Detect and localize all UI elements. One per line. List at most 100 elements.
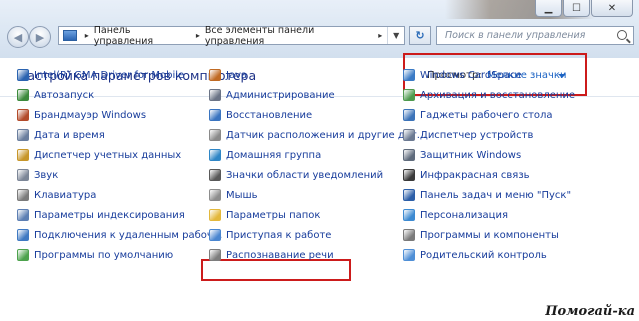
control-panel-item[interactable]: Домашняя группа (209, 145, 426, 165)
control-panel-item[interactable]: Программы и компоненты (403, 225, 575, 245)
keyboard-icon (17, 189, 29, 201)
items-column-3: Windows CardSpace Архивация и восстановле… (403, 65, 575, 265)
device-manager-icon (403, 129, 415, 141)
control-panel-item-label: Параметры папок (226, 209, 321, 221)
control-panel-item[interactable]: Распознавание речи (209, 245, 426, 265)
control-panel-item[interactable]: Клавиатура (17, 185, 222, 205)
address-dropdown-button[interactable]: ▼ (387, 27, 404, 44)
speech-recognition-icon (209, 249, 221, 261)
intel-gma-icon (17, 69, 29, 81)
mouse-icon (209, 189, 221, 201)
control-panel-item[interactable]: Архивация и восстановление (403, 85, 575, 105)
watermark: Помогай-ка (545, 304, 635, 319)
control-panel-item[interactable]: Подключения к удаленным рабоч... (17, 225, 222, 245)
control-panel-item-label: Intel(R) GMA Driver for Mobile (34, 69, 185, 81)
control-panel-item[interactable]: Персонализация (403, 205, 575, 225)
back-button[interactable]: ◀ (7, 26, 29, 48)
clock-icon (17, 129, 29, 141)
java-icon (209, 69, 221, 81)
control-panel-item[interactable]: Windows CardSpace (403, 65, 575, 85)
control-panel-item-label: Java (226, 69, 248, 81)
control-panel-item-label: Защитник Windows (420, 149, 522, 161)
control-panel-item-label: Приступая к работе (226, 229, 332, 241)
getting-started-icon (209, 229, 221, 241)
control-panel-item-label: Мышь (226, 189, 258, 201)
address-bar[interactable]: ▸ Панель управления ▸ Все элементы панел… (58, 25, 405, 47)
control-panel-item-label: Подключения к удаленным рабоч... (34, 229, 223, 241)
control-panel-item-label: Домашняя группа (226, 149, 322, 161)
chevron-down-icon: ▼ (393, 31, 400, 40)
backup-icon (403, 89, 415, 101)
control-panel-item[interactable]: Программы по умолчанию (17, 245, 222, 265)
control-panel-item-label: Значки области уведомлений (226, 169, 384, 181)
parental-controls-icon (403, 249, 415, 261)
control-panel-item-label: Датчик расположения и другие дат... (226, 129, 427, 141)
control-panel-item-label: Диспетчер устройств (420, 129, 534, 141)
window-chrome: ▁ ☐ ✕ ◀ ▶ ▸ Панель управления ▸ Все элем… (0, 0, 639, 58)
programs-features-icon (403, 229, 415, 241)
control-panel-item[interactable]: Брандмауэр Windows (17, 105, 222, 125)
breadcrumb-separator[interactable]: ▸ (85, 31, 89, 40)
admin-tools-icon (209, 89, 221, 101)
notification-area-icon (209, 169, 221, 181)
control-panel-item[interactable]: Звук (17, 165, 222, 185)
remote-connection-icon (17, 229, 29, 241)
control-panel-item[interactable]: Инфракрасная связь (403, 165, 575, 185)
maximize-button[interactable]: ☐ (563, 0, 590, 17)
control-panel-item[interactable]: Приступая к работе (209, 225, 426, 245)
control-panel-item[interactable]: Панель задач и меню "Пуск" (403, 185, 575, 205)
refresh-button[interactable]: ↻ (409, 26, 431, 45)
control-panel-item[interactable]: Intel(R) GMA Driver for Mobile (17, 65, 222, 85)
control-panel-item[interactable]: Защитник Windows (403, 145, 575, 165)
speaker-icon (17, 169, 29, 181)
control-panel-item[interactable]: Родительский контроль (403, 245, 575, 265)
control-panel-item-label: Клавиатура (34, 189, 97, 201)
location-sensor-icon (209, 129, 221, 141)
search-input[interactable]: Поиск в панели управления (436, 26, 634, 45)
control-panel-item[interactable]: Гаджеты рабочего стола (403, 105, 575, 125)
search-icon[interactable] (617, 30, 627, 40)
breadcrumb-separator[interactable]: ▸ (196, 31, 200, 40)
items-column-2: Java Администрирование Восстановление Датчи… (209, 65, 426, 265)
minimize-button[interactable]: ▁ (535, 0, 562, 17)
taskbar-icon (403, 189, 415, 201)
close-button[interactable]: ✕ (591, 0, 633, 17)
window-controls: ▁ ☐ ✕ (535, 0, 633, 17)
control-panel-item[interactable]: Мышь (209, 185, 426, 205)
control-panel-item[interactable]: Параметры папок (209, 205, 426, 225)
items-column-1: Intel(R) GMA Driver for Mobile Автозапуск… (17, 65, 222, 265)
arrow-right-icon: ▶ (35, 30, 45, 44)
control-panel-item[interactable]: Параметры индексирования (17, 205, 222, 225)
indexing-icon (17, 209, 29, 221)
breadcrumb-control-panel[interactable]: Панель управления (94, 25, 191, 47)
firewall-icon (17, 109, 29, 121)
control-panel-item-label: Программы и компоненты (420, 229, 559, 241)
credential-manager-icon (17, 149, 29, 161)
control-panel-item-label: Брандмауэр Windows (34, 109, 147, 121)
forward-button[interactable]: ▶ (29, 26, 51, 48)
control-panel-item[interactable]: Автозапуск (17, 85, 222, 105)
control-panel-item-label: Параметры индексирования (34, 209, 185, 221)
search-placeholder: Поиск в панели управления (445, 30, 586, 41)
control-panel-item[interactable]: Значки области уведомлений (209, 165, 426, 185)
breadcrumb-all-items[interactable]: Все элементы панели управления (205, 25, 373, 47)
breadcrumb-separator[interactable]: ▸ (378, 31, 382, 40)
control-panel-item[interactable]: Датчик расположения и другие дат... (209, 125, 426, 145)
control-panel-item[interactable]: Диспетчер учетных данных (17, 145, 222, 165)
control-panel-item[interactable]: Диспетчер устройств (403, 125, 575, 145)
refresh-icon: ↻ (415, 29, 425, 42)
infrared-icon (403, 169, 415, 181)
control-panel-icon (63, 30, 77, 41)
control-panel-item[interactable]: Восстановление (209, 105, 426, 125)
control-panel-item[interactable]: Администрирование (209, 85, 426, 105)
control-panel-item-label: Персонализация (420, 209, 508, 221)
control-panel-item-label: Гаджеты рабочего стола (420, 109, 553, 121)
control-panel-item[interactable]: Дата и время (17, 125, 222, 145)
control-panel-item-label: Администрирование (226, 89, 335, 101)
personalization-icon (403, 209, 415, 221)
defender-icon (403, 149, 415, 161)
control-panel-item-label: Windows CardSpace (420, 69, 522, 81)
control-panel-item-label: Восстановление (226, 109, 313, 121)
control-panel-item[interactable]: Java (209, 65, 426, 85)
control-panel-item-label: Звук (34, 169, 59, 181)
